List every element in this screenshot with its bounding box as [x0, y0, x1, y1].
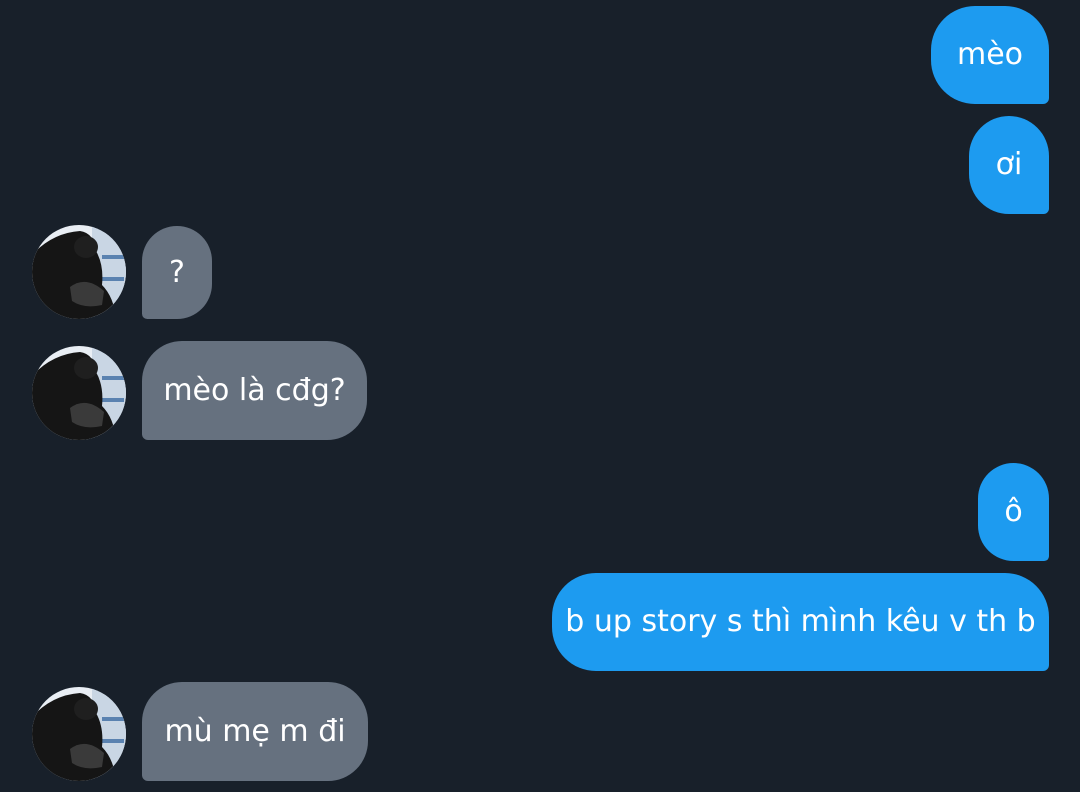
incoming-message-bubble[interactable]: mèo là cđg? [142, 341, 367, 440]
message-text: ơi [995, 147, 1023, 182]
contact-avatar[interactable] [32, 687, 126, 781]
message-text: b up story s thì mình kêu v th b [565, 604, 1036, 639]
incoming-message-bubble[interactable]: mù mẹ m đi [142, 682, 368, 781]
message-text: ô [1004, 494, 1023, 529]
outgoing-message-bubble[interactable]: ô [978, 463, 1049, 561]
chat-thread: mèo ơi ? mèo là cđg? ô b up story s thì … [0, 0, 1080, 792]
incoming-message-bubble[interactable]: ? [142, 226, 212, 319]
contact-avatar[interactable] [32, 225, 126, 319]
message-text: mèo là cđg? [163, 372, 346, 408]
message-text: mù mẹ m đi [164, 713, 346, 749]
outgoing-message-bubble[interactable]: mèo [931, 6, 1049, 104]
outgoing-message-bubble[interactable]: b up story s thì mình kêu v th b [552, 573, 1049, 671]
message-text: ? [169, 254, 185, 290]
message-text: mèo [956, 37, 1024, 72]
outgoing-message-bubble[interactable]: ơi [969, 116, 1049, 214]
user-avatar-photo-icon [32, 687, 126, 781]
contact-avatar[interactable] [32, 346, 126, 440]
user-avatar-photo-icon [32, 225, 126, 319]
user-avatar-photo-icon [32, 346, 126, 440]
